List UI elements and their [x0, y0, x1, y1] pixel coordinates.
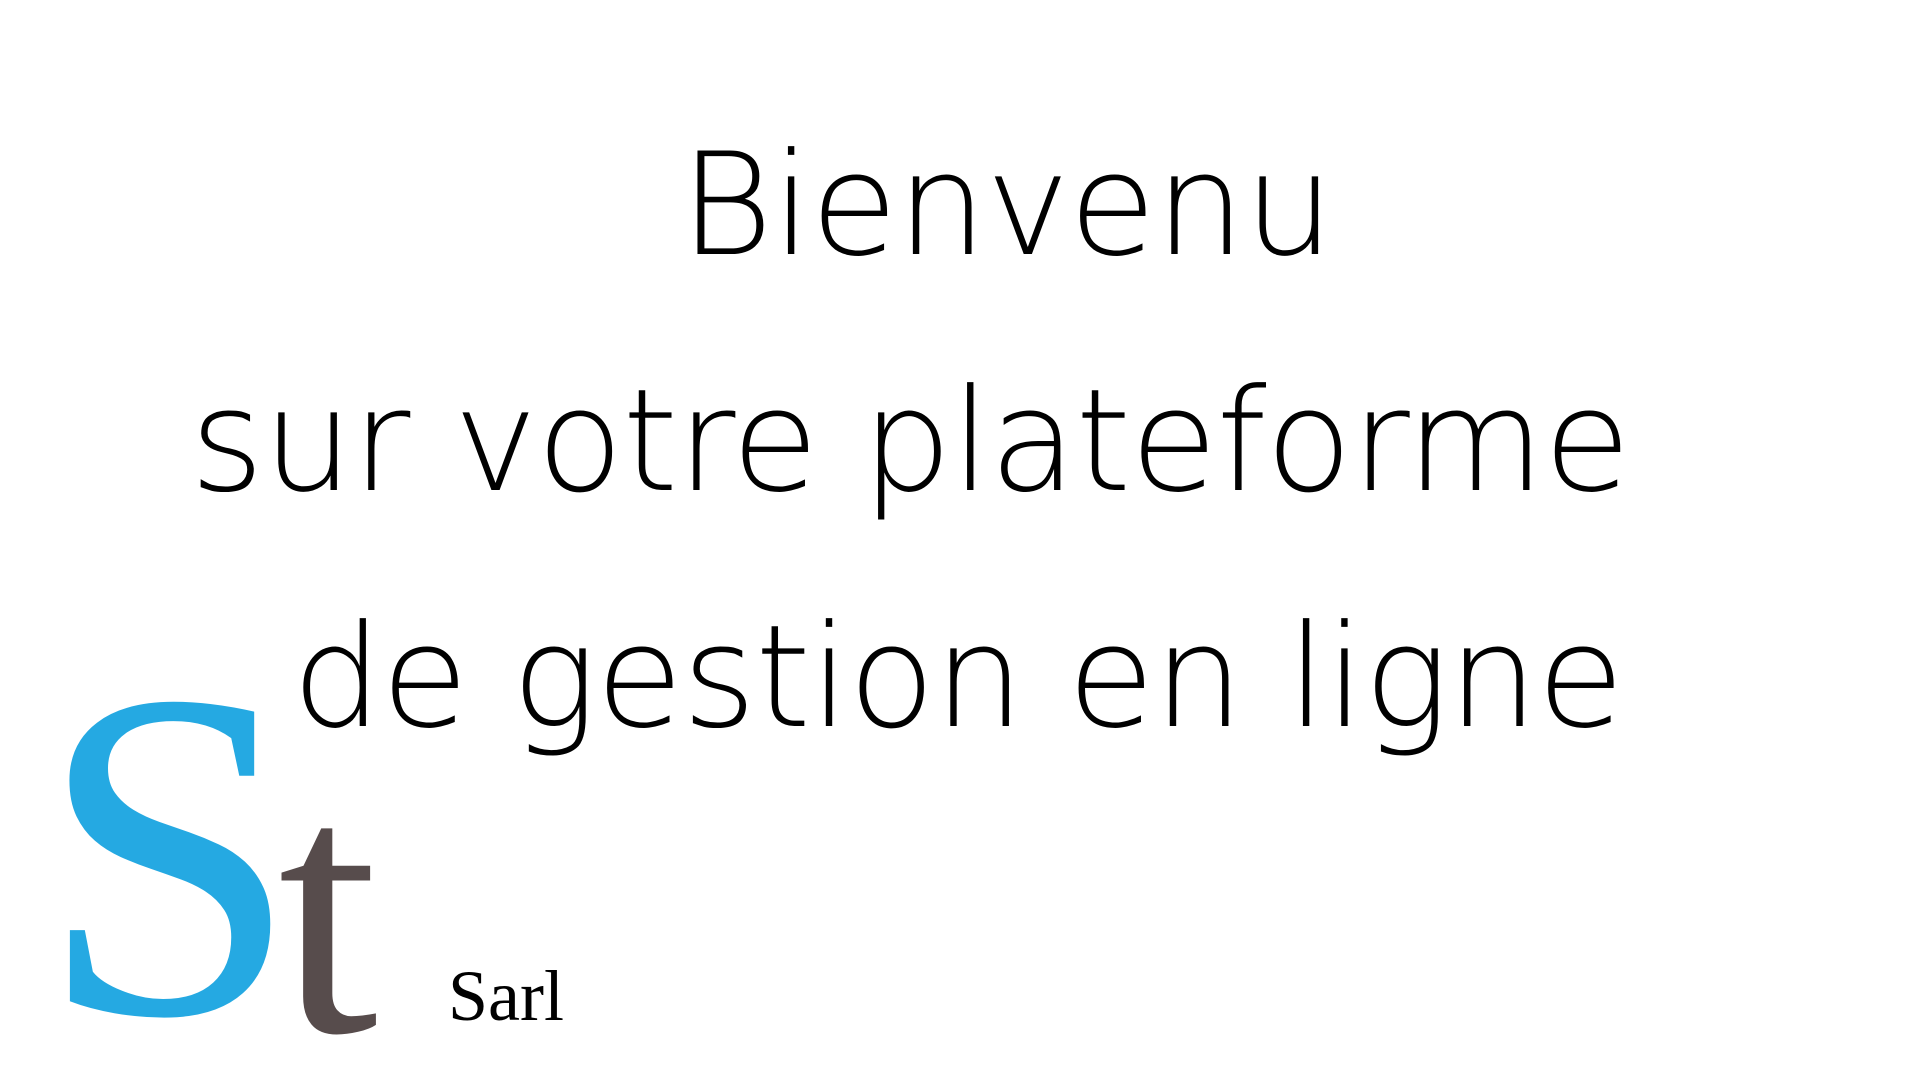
logo-suffix-sarl: Sarl [448, 956, 564, 1036]
welcome-page: Bienvenu sur votre plateforme de gestion… [0, 0, 1920, 1080]
welcome-line-1: Bienvenu [680, 123, 1334, 288]
welcome-line-3: de gestion en ligne [292, 595, 1624, 760]
welcome-line-2: sur votre plateforme [190, 359, 1631, 524]
logo-letter-s: S [38, 594, 300, 1080]
